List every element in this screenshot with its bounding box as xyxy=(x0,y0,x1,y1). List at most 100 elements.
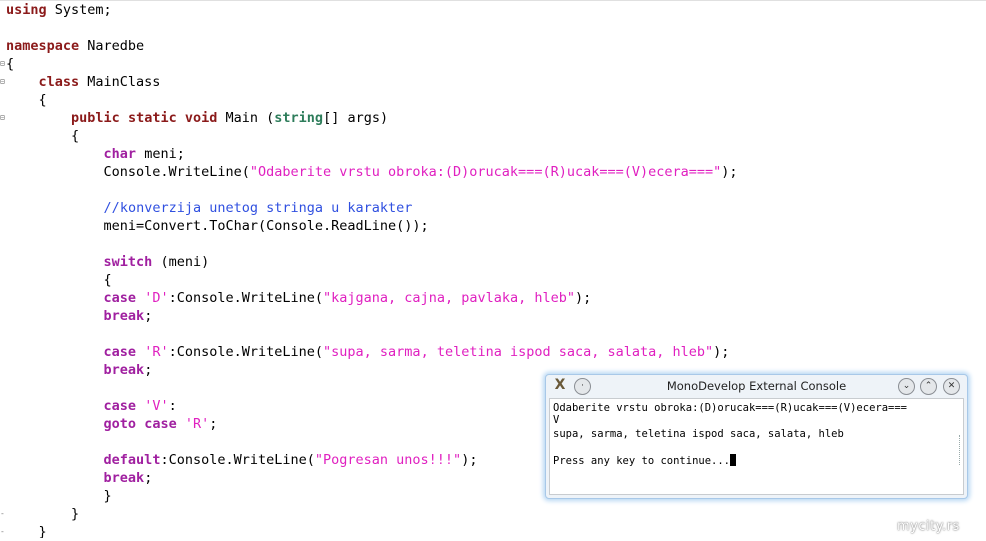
code-text: : xyxy=(168,398,177,414)
code-line[interactable]: { xyxy=(6,271,112,289)
sticky-button-icon[interactable]: · xyxy=(574,378,591,395)
code-text: :Console.WriteLine( xyxy=(168,344,324,360)
keyword: using xyxy=(6,2,47,18)
keyword: switch xyxy=(103,254,153,270)
code-line[interactable]: goto case 'R'; xyxy=(6,415,218,433)
code-line[interactable]: meni=Convert.ToChar(Console.ReadLine()); xyxy=(6,217,429,235)
code-text: Naredbe xyxy=(79,38,145,54)
code-text: meni=Convert.ToChar(Console.ReadLine()); xyxy=(6,218,429,234)
code-line[interactable]: } xyxy=(6,505,79,523)
code-text: (meni) xyxy=(152,254,210,270)
code-text: MainClass xyxy=(79,74,161,90)
console-scrollbar[interactable] xyxy=(959,435,962,465)
code-line[interactable]: break; xyxy=(6,307,153,325)
code-line[interactable]: { xyxy=(6,127,79,145)
char-literal: 'R' xyxy=(144,344,169,360)
keyword: class xyxy=(38,74,80,90)
code-line[interactable]: using System; xyxy=(6,1,112,19)
maximize-button-icon[interactable]: ⌃ xyxy=(920,378,937,395)
code-line[interactable]: { xyxy=(6,55,14,73)
string-literal: "Odaberite vrstu obroka:(D)orucak===(R)u… xyxy=(249,164,722,180)
comment-slashes: // xyxy=(103,200,120,216)
keyword: goto xyxy=(103,416,137,432)
code-line[interactable]: default:Console.WriteLine("Pogresan unos… xyxy=(6,451,478,469)
keyword: default xyxy=(103,452,161,468)
char-literal: 'D' xyxy=(144,290,169,306)
string-literal: "kajgana, cajna, pavlaka, hleb" xyxy=(323,290,575,306)
minimize-button-icon[interactable]: ⌄ xyxy=(898,378,915,395)
code-text: ; xyxy=(144,362,153,378)
code-text: ); xyxy=(575,290,592,306)
code-text: Console.WriteLine( xyxy=(6,164,250,180)
console-output-line: supa, sarma, teletina ispod saca, salata… xyxy=(553,428,844,440)
window-menu-icon[interactable]: X xyxy=(552,377,568,393)
code-text: ; xyxy=(209,416,218,432)
code-text: meni; xyxy=(136,146,185,162)
code-text: { xyxy=(6,92,47,108)
code-line[interactable]: break; xyxy=(6,361,153,379)
code-line[interactable]: case 'V': xyxy=(6,397,177,415)
code-text: [] args) xyxy=(323,110,389,126)
keyword: case xyxy=(144,416,177,432)
code-line[interactable]: { xyxy=(6,91,47,109)
code-text: :Console.WriteLine( xyxy=(168,290,324,306)
code-line[interactable]: } xyxy=(6,487,112,505)
code-text: System; xyxy=(46,2,112,18)
code-text: { xyxy=(6,272,112,288)
console-titlebar[interactable]: MonoDevelop External Console X · ⌄ ⌃ ✕ xyxy=(546,375,967,397)
console-output-line: Odaberite vrstu obroka:(D)orucak===(R)uc… xyxy=(553,402,908,414)
code-line[interactable]: Console.WriteLine("Odaberite vrstu obrok… xyxy=(6,163,738,181)
keyword: break xyxy=(103,470,145,486)
code-line[interactable]: case 'R':Console.WriteLine("supa, sarma,… xyxy=(6,343,730,361)
external-console-window[interactable]: MonoDevelop External Console X · ⌄ ⌃ ✕ O… xyxy=(545,374,968,499)
keyword: void xyxy=(184,110,218,126)
console-prompt-text: Press any key to continue... xyxy=(553,455,731,467)
type-keyword: string xyxy=(274,110,324,126)
code-line[interactable]: switch (meni) xyxy=(6,253,210,271)
keyword: break xyxy=(103,308,145,324)
char-literal: 'R' xyxy=(184,416,210,432)
string-literal: "supa, sarma, teletina ispod saca, salat… xyxy=(323,344,714,360)
code-line[interactable]: //konverzija unetog stringa u karakter xyxy=(6,199,413,217)
keyword: case xyxy=(103,290,137,306)
code-text: ; xyxy=(144,470,153,486)
code-line[interactable]: break; xyxy=(6,469,153,487)
code-text: Main ( xyxy=(217,110,275,126)
keyword: case xyxy=(103,344,137,360)
console-prompt-line: Press any key to continue... xyxy=(553,454,737,467)
keyword: case xyxy=(103,398,137,414)
editor-top-border xyxy=(0,0,986,1)
console-output-area[interactable]: Odaberite vrstu obroka:(D)orucak===(R)uc… xyxy=(549,398,964,495)
code-text: ; xyxy=(144,308,153,324)
watermark-text: mycity.rs xyxy=(897,519,960,534)
code-line[interactable]: char meni; xyxy=(6,145,185,163)
code-text: } xyxy=(6,506,80,522)
code-text: :Console.WriteLine( xyxy=(160,452,315,468)
code-text: { xyxy=(6,56,15,72)
comment: konverzija unetog stringa u karakter xyxy=(119,200,413,216)
keyword: char xyxy=(103,146,137,162)
code-text: ); xyxy=(721,164,738,180)
code-line[interactable]: namespace Naredbe xyxy=(6,37,144,55)
code-text: { xyxy=(6,128,80,144)
close-button-icon[interactable]: ✕ xyxy=(943,378,960,395)
code-line[interactable]: public static void Main (string[] args) xyxy=(6,109,388,127)
code-line[interactable]: class MainClass xyxy=(6,73,161,91)
code-line[interactable]: case 'D':Console.WriteLine("kajgana, caj… xyxy=(6,289,592,307)
char-literal: 'V' xyxy=(144,398,169,414)
